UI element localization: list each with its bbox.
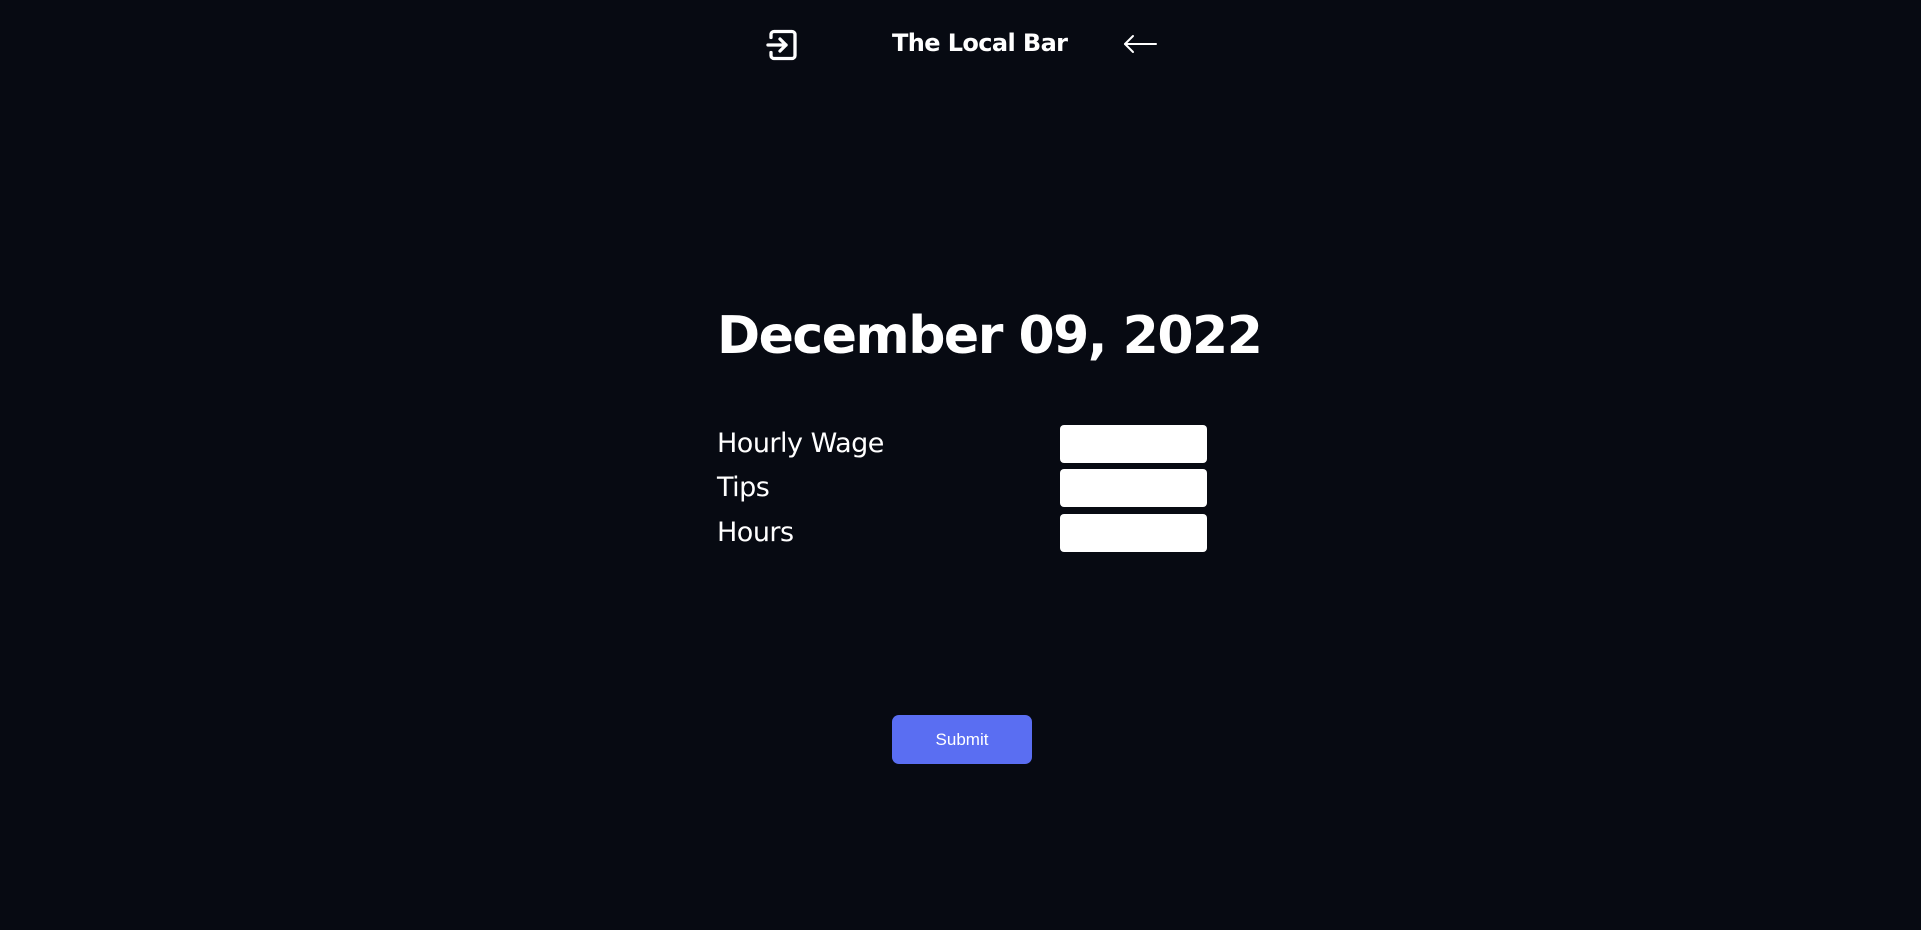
page: The Local Bar December 09, 2022 Hourly W… <box>0 0 1921 930</box>
back-button[interactable] <box>1122 28 1158 60</box>
submit-button[interactable]: Submit <box>892 715 1032 764</box>
tips-row: Tips <box>717 469 1207 507</box>
main-content: December 09, 2022 Hourly Wage Tips Hours… <box>717 296 1263 764</box>
tips-input[interactable] <box>1060 469 1207 507</box>
logout-button[interactable] <box>764 26 802 64</box>
date-heading: December 09, 2022 <box>717 306 1263 366</box>
hourly-wage-label: Hourly Wage <box>717 428 884 459</box>
hourly-wage-input[interactable] <box>1060 425 1207 463</box>
hours-input[interactable] <box>1060 514 1207 552</box>
hours-label: Hours <box>717 517 794 548</box>
login-arrow-icon <box>766 29 797 61</box>
hourly-wage-row: Hourly Wage <box>717 425 1207 463</box>
arrow-left-icon <box>1124 35 1157 53</box>
hours-row: Hours <box>717 514 1207 552</box>
header: The Local Bar <box>0 0 1921 90</box>
tips-label: Tips <box>717 472 770 503</box>
app-title: The Local Bar <box>892 29 1068 57</box>
